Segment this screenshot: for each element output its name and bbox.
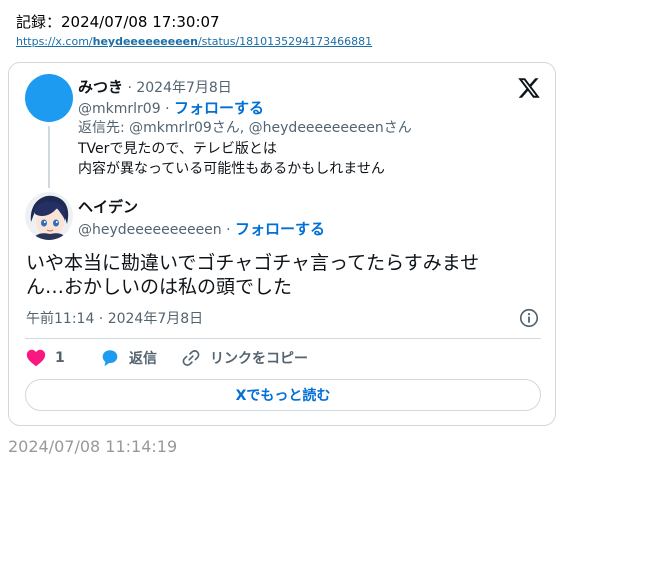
reply-author-row: みつき · 2024年7月8日 [78, 76, 232, 97]
info-icon[interactable] [518, 307, 540, 329]
like-count: 1 [55, 350, 65, 366]
main-handle-row: @heydeeeeeeeeeen · フォローする [78, 218, 325, 239]
reply-button[interactable]: 返信 [99, 347, 157, 369]
main-author-row: ヘイデン [78, 196, 138, 217]
tweet-url-link[interactable]: https://x.com/heydeeeeeeeeen/status/1810… [16, 35, 372, 48]
footer-timestamp: 2024/07/08 11:14:19 [8, 437, 178, 456]
main-follow-button[interactable]: フォローする [235, 220, 325, 238]
main-author-handle[interactable]: @heydeeeeeeeeeen [78, 222, 222, 238]
thread-connector-line [48, 126, 50, 188]
copy-link-label: リンクをコピー [210, 351, 308, 367]
link-icon [182, 350, 200, 366]
reply-bubble-icon [102, 350, 118, 367]
url-handle: heydeeeeeeeeen [92, 35, 198, 48]
reply-handle-row: @mkmrlr09 · フォローする [78, 97, 264, 118]
mitsuki-avatar[interactable] [25, 74, 73, 122]
like-button[interactable]: 1 [25, 347, 65, 369]
heiden-avatar[interactable] [25, 192, 73, 240]
reply-label: 返信 [129, 351, 157, 367]
x-logo-icon[interactable] [517, 76, 541, 100]
main-author-name[interactable]: ヘイデン [78, 198, 138, 216]
main-tweet-text: いや本当に勘違いでゴチャゴチャ言ってたらすみませ ん…おかしいのは私の頭でした [26, 251, 526, 299]
url-prefix: https://x.com/ [16, 35, 93, 48]
main-text-line-2: ん…おかしいのは私の頭でした [26, 276, 293, 298]
embedded-tweet-card: みつき · 2024年7月8日 @mkmrlr09 · フォローする 返信先: … [8, 62, 556, 426]
url-suffix: /status/1810135294173466881 [197, 35, 373, 48]
main-text-line-1: いや本当に勘違いでゴチャゴチャ言ってたらすみませ [26, 252, 480, 274]
record-timestamp: 記録：2024/07/08 17:30:07 [16, 13, 220, 31]
reply-text-line-2: 内容が異なっている可能性もあるかもしれません [78, 161, 385, 177]
reply-to-line: 返信先: @mkmrlr09さん, @heydeeeeeeeeenさん [78, 120, 412, 136]
heart-icon [26, 349, 46, 367]
actions-divider [25, 338, 541, 339]
reply-follow-button[interactable]: フォローする [174, 99, 264, 117]
separator-dot: · [165, 101, 170, 117]
reply-text-line-1: TVerで見たので、テレビ版とは [78, 141, 277, 157]
copy-link-button[interactable]: リンクをコピー [180, 347, 308, 369]
separator-dot: · [226, 222, 231, 238]
read-more-button[interactable]: Xでもっと読む [25, 379, 541, 411]
main-tweet-timestamp[interactable]: 午前11:14 · 2024年7月8日 [26, 308, 203, 328]
reply-date[interactable]: · 2024年7月8日 [127, 80, 231, 96]
reply-author-handle[interactable]: @mkmrlr09 [78, 101, 161, 117]
reply-author-name[interactable]: みつき [78, 78, 123, 96]
